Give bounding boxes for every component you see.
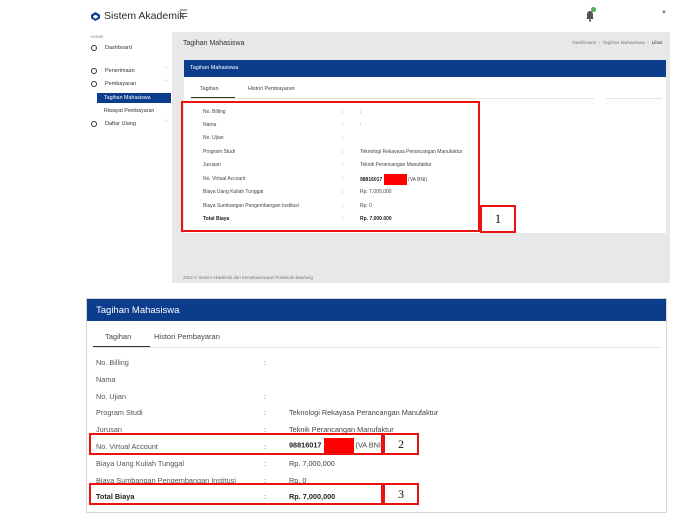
row-separator: : xyxy=(264,459,267,468)
hamburger-menu-icon[interactable]: ☰ xyxy=(179,9,188,20)
top-navbar: Sistem Akademik ☰ ▼ xyxy=(85,0,670,32)
sidebar-item-pembayaran[interactable]: Pembayaran ˆ xyxy=(91,80,171,90)
row-label: Nama xyxy=(96,375,116,384)
annotation-label-3: 3 xyxy=(383,483,419,505)
user-menu-chevron-down-icon[interactable]: ▼ xyxy=(661,10,667,16)
row-label: No. Billing xyxy=(96,358,129,367)
circle-icon xyxy=(91,121,97,127)
sidebar-item-label: Daftar Ulang xyxy=(105,121,136,127)
card-header: Tagihan Mahasiswa xyxy=(87,299,666,321)
sidebar-item-label: Tagihan Mahasiswa xyxy=(104,95,151,101)
annotation-number: 2 xyxy=(398,437,404,451)
card-header: Tagihan Mahasiswa xyxy=(184,60,666,77)
tab-histori-pembayaran[interactable]: Histori Pembayaran xyxy=(154,332,220,341)
tab-histori-pembayaran[interactable]: Histori Pembayaran xyxy=(248,86,295,92)
sidebar-item-label: Dashboard xyxy=(105,45,132,51)
stage: Sistem Akademik ☰ ▼ HOME Dashboard Pener… xyxy=(0,0,688,521)
tab-divider xyxy=(606,98,662,99)
breadcrumb-item-dashboard[interactable]: Dashboard xyxy=(572,41,595,46)
annotation-box-3 xyxy=(89,483,383,505)
brand-logo-icon xyxy=(91,12,100,21)
sidebar: HOME Dashboard Penerimaan ˇ Pembayaran ˆ… xyxy=(85,32,172,283)
annotation-number: 3 xyxy=(398,487,404,501)
sidebar-item-label: Pembayaran xyxy=(105,81,137,87)
row-value: Rp. 7,000,000 xyxy=(289,459,335,468)
circle-icon xyxy=(91,81,97,87)
annotation-box-2 xyxy=(89,433,383,455)
annotation-number: 1 xyxy=(494,211,502,226)
card-title: Tagihan Mahasiswa xyxy=(190,65,239,71)
notification-badge xyxy=(591,7,596,12)
sidebar-item-dashboard[interactable]: Dashboard xyxy=(91,44,171,54)
row-separator: : xyxy=(264,408,267,417)
annotation-box-1 xyxy=(181,101,480,232)
page-title: Tagihan Mahasiswa xyxy=(183,40,245,47)
sidebar-subitem-tagihan-mahasiswa[interactable]: Tagihan Mahasiswa xyxy=(97,93,171,103)
sidebar-subitem-riwayat-pembayaran[interactable]: Riwayat Pembayaran xyxy=(97,106,171,116)
app-screenshot-zoomed: Tagihan Mahasiswa Tagihan Histori Pembay… xyxy=(86,298,667,513)
tab-tagihan[interactable]: Tagihan xyxy=(105,332,131,341)
row-label: Biaya Uang Kuliah Tunggal xyxy=(96,459,185,468)
card-title: Tagihan Mahasiswa xyxy=(96,305,180,316)
sidebar-item-daftar-ulang[interactable]: Daftar Ulang ˇ xyxy=(91,120,171,130)
annotation-label-2: 2 xyxy=(383,433,419,455)
row-separator: : xyxy=(264,358,267,367)
breadcrumb-item-current: Lihat xyxy=(651,41,662,46)
tab-tagihan[interactable]: Tagihan xyxy=(200,86,219,92)
circle-icon xyxy=(91,45,97,51)
row-label: No. Ujian xyxy=(96,392,127,401)
row-separator: : xyxy=(264,392,267,401)
brand-name: Sistem Akademik xyxy=(104,10,185,22)
page-footer: 2022 © Sistem Akademik dan Kemahasiswaan… xyxy=(183,275,313,280)
tab-divider xyxy=(191,98,594,99)
annotation-label-1: 1 xyxy=(480,205,516,233)
row-label: Program Studi xyxy=(96,408,143,417)
circle-icon xyxy=(91,68,97,74)
sidebar-item-penerimaan[interactable]: Penerimaan ˇ xyxy=(91,67,171,77)
sidebar-item-label: Penerimaan xyxy=(105,68,135,74)
chevron-down-icon: ˇ xyxy=(165,67,167,73)
chevron-up-icon: ˆ xyxy=(165,80,167,86)
chevron-down-icon: ˇ xyxy=(165,120,167,126)
sidebar-item-label: Riwayat Pembayaran xyxy=(104,108,155,114)
breadcrumb-item-tagihan[interactable]: Tagihan Mahasiswa xyxy=(603,41,645,46)
sidebar-heading: HOME xyxy=(91,34,104,39)
tab-divider xyxy=(93,347,661,348)
row-value: Teknologi Rekayasa Perancangan Manufaktu… xyxy=(289,408,439,417)
breadcrumb: Dashboard › Tagihan Mahasiswa › Lihat xyxy=(572,41,662,46)
